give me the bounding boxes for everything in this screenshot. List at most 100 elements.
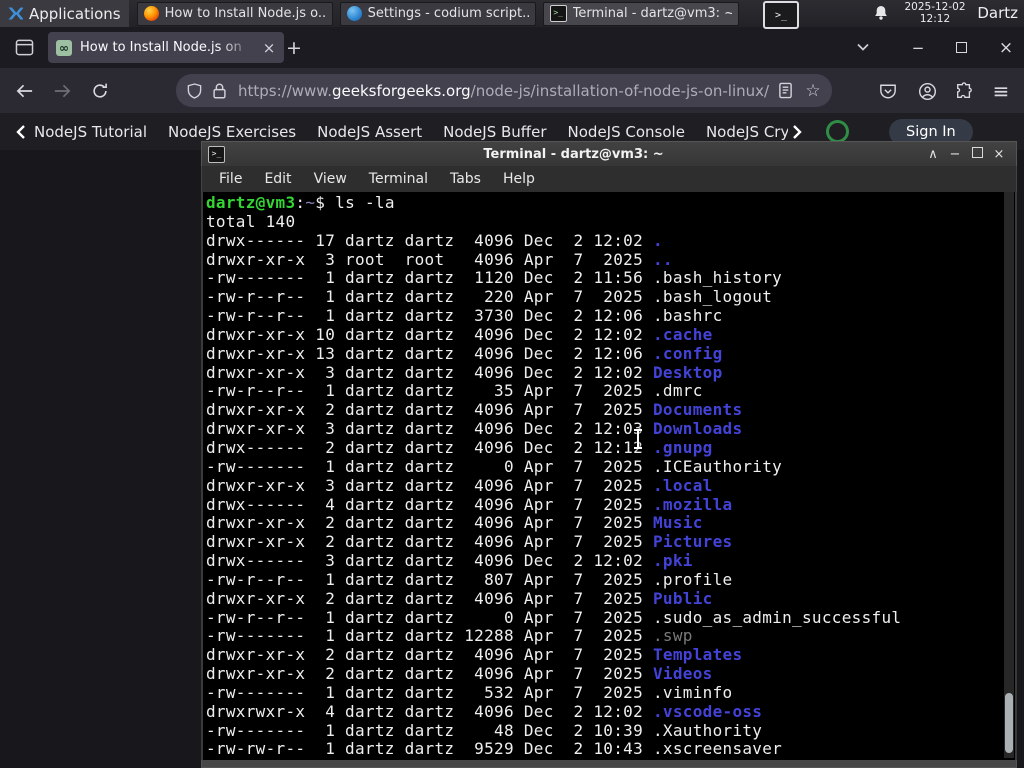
prompt-command: ls -la <box>335 193 395 212</box>
firefox-view-icon[interactable] <box>12 36 36 58</box>
search-icon[interactable] <box>826 120 850 143</box>
tracking-shield-icon[interactable] <box>186 82 204 100</box>
directory-name: Public <box>652 588 713 608</box>
tab-title: How to Install Node.js on <box>80 40 242 55</box>
directory-name: .local <box>652 475 713 495</box>
terminal-window: >_ Terminal - dartz@vm3: ~ ∧ − × File Edi… <box>201 141 1017 768</box>
url-path: /node-js/installation-of-node-js-on-linu… <box>470 81 770 100</box>
file-name: .swp <box>652 626 693 646</box>
extensions-puzzle-icon[interactable] <box>952 79 976 103</box>
nav-link[interactable]: NodeJS Console <box>568 123 685 141</box>
directory-name: .cache <box>652 324 713 344</box>
nav-prev-chevron-icon[interactable] <box>14 124 28 139</box>
directory-name: Pictures <box>652 532 733 552</box>
terminal-listing-row: drwx------ 4 dartz dartz 4096 Apr 7 2025… <box>206 494 733 514</box>
browser-minimize-button[interactable]: − <box>905 36 931 59</box>
taskbar-item-label: Settings - codium script... <box>367 6 529 21</box>
terminal-maximize-button[interactable] <box>966 146 988 162</box>
bookmark-star-icon[interactable]: ☆ <box>804 81 822 101</box>
directory-name: .vscode-oss <box>652 701 763 721</box>
applications-label: Applications <box>29 4 121 23</box>
scrollbar-thumb[interactable] <box>1005 693 1013 753</box>
terminal-listing-row: drwxr-xr-x 2 dartz dartz 4096 Apr 7 2025… <box>206 400 743 420</box>
list-all-tabs-chevron-icon[interactable] <box>855 39 875 57</box>
terminal-menu-terminal[interactable]: Terminal <box>360 169 437 189</box>
terminal-window-title: Terminal - dartz@vm3: ~ <box>483 146 664 162</box>
terminal-menu-file[interactable]: File <box>210 169 251 189</box>
reader-mode-icon[interactable] <box>778 82 796 100</box>
url-bar[interactable]: https://www.geeksforgeeks.org/node-js/in… <box>176 74 832 107</box>
nav-links: NodeJS Exercises NodeJS Assert NodeJS Buff… <box>168 123 788 141</box>
file-name: .Xauthority <box>652 720 763 740</box>
directory-name: .gnupg <box>652 437 713 457</box>
terminal-menu-help[interactable]: Help <box>494 169 544 189</box>
xfce-panel: Applications How to Install Node.js o...… <box>0 0 1024 29</box>
taskbar: How to Install Node.js o... Settings - co… <box>136 1 739 26</box>
terminal-bottom-border <box>201 760 1017 768</box>
account-icon[interactable] <box>915 79 939 103</box>
terminal-listing-row: drwxr-xr-x 3 root root 4096 Apr 7 2025 .… <box>206 249 673 269</box>
file-name: .xscreensaver <box>652 739 783 759</box>
taskbar-item-terminal[interactable]: >_ Terminal - dartz@vm3: ~ <box>542 1 739 26</box>
terminal-scrollbar[interactable] <box>1004 192 1014 758</box>
applications-icon <box>6 5 23 22</box>
file-name: .dmrc <box>652 381 703 401</box>
terminal-screen[interactable]: dartz@vm3:~$ ls -la total 140 drwx------… <box>201 192 1017 760</box>
browser-maximize-button[interactable] <box>948 36 974 59</box>
clock-date: 2025-12-02 <box>904 1 966 13</box>
terminal-shade-button[interactable]: ∧ <box>922 147 944 162</box>
file-name: .bashrc <box>652 306 723 326</box>
nav-link[interactable]: NodeJS Buffer <box>443 123 546 141</box>
directory-name: .pki <box>652 551 693 571</box>
nav-link[interactable]: NodeJS Assert <box>317 123 422 141</box>
terminal-listing-row: drwxr-xr-x 2 dartz dartz 4096 Apr 7 2025… <box>206 513 703 533</box>
url-text[interactable]: https://www.geeksforgeeks.org/node-js/in… <box>238 82 770 100</box>
browser-tab[interactable]: ∞ How to Install Node.js on × <box>48 32 284 63</box>
terminal-menu-edit[interactable]: Edit <box>255 169 300 189</box>
new-tab-button[interactable]: + <box>281 35 307 61</box>
pocket-icon[interactable] <box>876 79 900 103</box>
prompt-user-host: dartz@vm3 <box>206 193 296 212</box>
terminal-listing: drwx------ 17 dartz dartz 4096 Dec 2 12:… <box>206 231 1015 760</box>
url-domain: geeksforgeeks.org <box>331 81 471 100</box>
taskbar-item-vscodium[interactable]: Settings - codium script... <box>339 1 536 26</box>
directory-name: Templates <box>652 645 743 665</box>
terminal-minimize-button[interactable]: − <box>944 147 966 162</box>
terminal-listing-row: -rw------- 1 dartz dartz 0 Apr 7 2025 .I… <box>206 456 783 476</box>
clock[interactable]: 2025-12-02 12:12 <box>899 1 971 25</box>
hamburger-menu-icon[interactable]: ≡ <box>989 79 1013 103</box>
terminal-close-button[interactable]: × <box>988 147 1010 162</box>
terminal-listing-row: drwxr-xr-x 10 dartz dartz 4096 Dec 2 12:… <box>206 324 713 344</box>
forward-button[interactable] <box>50 79 74 103</box>
terminal-menu-view[interactable]: View <box>305 169 356 189</box>
nav-link[interactable]: NodeJS Exercises <box>168 123 296 141</box>
nav-link-tutorial[interactable]: NodeJS Tutorial <box>34 123 147 141</box>
terminal-menu-tabs[interactable]: Tabs <box>441 169 490 189</box>
file-name: .ICEauthority <box>652 456 783 476</box>
clock-time: 12:12 <box>919 12 951 25</box>
terminal-listing-row: drwxr-xr-x 3 dartz dartz 4096 Apr 7 2025… <box>206 475 713 495</box>
taskbar-item-label: Terminal - dartz@vm3: ~ <box>572 6 732 21</box>
back-button[interactable] <box>12 79 36 103</box>
notification-bell-icon[interactable] <box>872 4 890 22</box>
panel-username: Dartz <box>977 4 1018 22</box>
directory-name: .config <box>652 343 723 363</box>
reload-button[interactable] <box>88 79 112 103</box>
terminal-listing-row: drwxr-xr-x 2 dartz dartz 4096 Apr 7 2025… <box>206 664 713 684</box>
terminal-window-icon: >_ <box>208 145 225 163</box>
terminal-title-bar[interactable]: >_ Terminal - dartz@vm3: ~ ∧ − × <box>201 141 1017 166</box>
terminal-listing-row: -rw-r--r-- 1 dartz dartz 0 Apr 7 2025 .s… <box>206 607 902 627</box>
taskbar-item-firefox[interactable]: How to Install Node.js o... <box>136 1 333 26</box>
terminal-listing-row: -rw-r--r-- 1 dartz dartz 3730 Dec 2 12:0… <box>206 306 723 326</box>
terminal-listing-row: drwx------ 3 dartz dartz 4096 Dec 2 12:0… <box>206 551 693 571</box>
terminal-listing-row: -rw------- 1 dartz dartz 48 Dec 2 10:39 … <box>206 720 763 740</box>
file-name: .profile <box>652 569 733 589</box>
terminal-listing-row: -rw------- 1 dartz dartz 532 Apr 7 2025 … <box>206 682 733 702</box>
tab-close-icon[interactable]: × <box>262 40 276 55</box>
applications-menu[interactable]: Applications <box>0 0 129 27</box>
lock-icon[interactable] <box>212 82 230 100</box>
browser-close-button[interactable]: × <box>993 36 1019 59</box>
nav-next-chevron-icon[interactable] <box>790 124 804 139</box>
terminal-tray-icon[interactable]: >_ <box>763 1 799 29</box>
nav-link[interactable]: NodeJS Crypto <box>706 123 788 141</box>
